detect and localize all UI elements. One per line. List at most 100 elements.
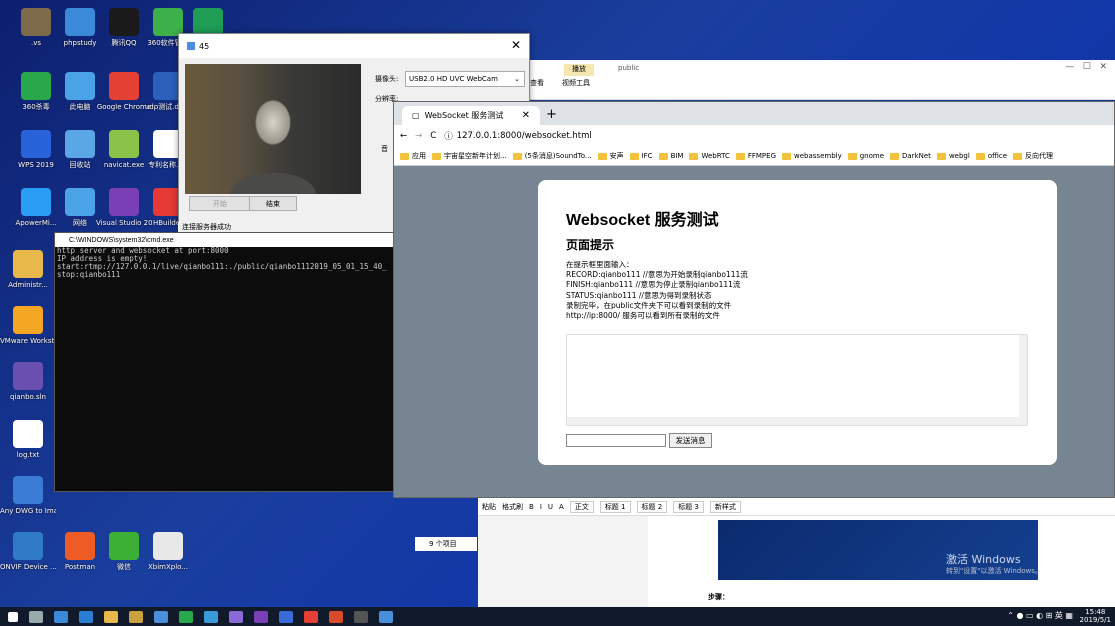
tip-line: http://ip:8000/ 服务可以看到所有录制的文件 (566, 311, 720, 321)
app-icon (109, 532, 139, 560)
clock[interactable]: 15:48 2019/5/1 (1080, 608, 1111, 624)
bookmark-item[interactable]: 反向代理 (1013, 151, 1053, 161)
forward-icon[interactable]: → (415, 131, 422, 141)
ribbon-tab-view[interactable]: 查看 (530, 78, 544, 88)
bookmark-item[interactable]: IFC (629, 152, 653, 160)
cmd-icon[interactable] (354, 610, 368, 623)
browser-window[interactable]: ▢ WebSocket 服务测试 ✕ + ← → C ⓘ 127.0.0.1:8… (393, 101, 1115, 498)
edge-icon[interactable] (79, 610, 93, 623)
file-explorer-window[interactable]: 播放 视频工具 查看 public — ☐ ✕ (528, 60, 1115, 100)
url-text[interactable]: 127.0.0.1:8000/websocket.html (457, 131, 592, 141)
desktop-icon[interactable]: Administr... (0, 250, 56, 290)
desktop-icon[interactable]: Any DWG to Image Co... (0, 476, 56, 516)
word-toolbar-item[interactable]: 标题 2 (636, 500, 668, 513)
bookmark-item[interactable]: DarkNet (890, 152, 931, 160)
word-toolbar-item[interactable]: I (540, 503, 542, 511)
tip-line: 录制完毕，在public文件夹下可以看到录制的文件 (566, 300, 732, 310)
camera-window-titlebar[interactable]: 45 ✕ (179, 34, 529, 58)
chrome-icon[interactable] (304, 610, 318, 623)
folder-icon (975, 152, 985, 160)
close-icon[interactable]: ✕ (522, 110, 530, 121)
tab-websocket[interactable]: ▢ WebSocket 服务测试 ✕ (402, 106, 540, 125)
step-label: 步骤： (708, 593, 729, 601)
bookmark-item[interactable]: BIM (658, 152, 683, 160)
bookmark-item[interactable]: FFMPEG (735, 152, 776, 160)
output-textarea[interactable] (566, 334, 1028, 426)
bookmark-item[interactable]: 宇宙星空新年计划... (432, 151, 507, 161)
bookmark-item[interactable]: office (975, 152, 1007, 160)
bookmark-item[interactable]: (5条消息)SoundTo... (512, 151, 592, 161)
app-icon[interactable] (329, 610, 343, 623)
folder-icon (629, 152, 639, 160)
taskbar: ⌃ ● ▭ ◐ ⊞ 英 ▦ 15:48 2019/5/1 (0, 607, 1115, 626)
send-button[interactable]: 发送消息 (669, 433, 712, 448)
end-button[interactable]: 结束 (249, 196, 297, 211)
tip-line: 在提示框里面输入： (566, 260, 634, 269)
word-toolbar-item[interactable]: 标题 1 (599, 500, 631, 513)
visual-studio-icon[interactable] (254, 610, 268, 623)
scrollbar[interactable] (567, 417, 1027, 425)
desktop-icon[interactable]: log.txt (0, 420, 56, 460)
bookmark-item[interactable]: gnome (847, 152, 884, 160)
page-card: Websocket 服务测试 页面提示 在提示框里面输入： RECORD:qia… (538, 180, 1057, 465)
bookmark-item[interactable]: webassembly (782, 152, 842, 160)
word-toolbar-item[interactable]: B (529, 503, 534, 511)
scrollbar[interactable] (1019, 335, 1027, 425)
app-icon[interactable] (379, 610, 393, 623)
word-toolbar: 粘贴 格式刷 B I U A 正文 标题 1 标题 2 标题 3 新样式 (478, 498, 1115, 516)
store-icon[interactable] (54, 610, 68, 623)
ribbon-video-tools[interactable]: 视频工具 (562, 78, 590, 88)
start-button[interactable]: 开始 (189, 196, 251, 211)
close-icon[interactable]: ✕ (511, 38, 521, 52)
app-icon (65, 8, 95, 36)
ribbon-tab-play[interactable]: 播放 (564, 64, 594, 76)
folder-icon[interactable] (104, 610, 118, 623)
folder-icon (936, 152, 946, 160)
reload-icon[interactable]: C (430, 131, 436, 141)
desktop-icon[interactable]: VMware Workstati... (0, 306, 56, 346)
app-icon (21, 8, 51, 36)
camera-select[interactable]: USB2.0 HD UVC WebCam ⌄ (405, 71, 525, 87)
tips-block: 在提示框里面输入： RECORD:qianbo111 //意思为开始录制qian… (566, 260, 748, 321)
cmd-title: C:\WINDOWS\system32\cmd.exe (69, 236, 174, 244)
items-count: 9 个项目 (415, 537, 477, 551)
address-bar[interactable]: ← → C ⓘ 127.0.0.1:8000/websocket.html (394, 125, 1114, 147)
word-toolbar-item[interactable]: 新样式 (709, 500, 741, 513)
app-icon (109, 8, 139, 36)
app-icon (65, 72, 95, 100)
app-icon[interactable] (279, 610, 293, 623)
word-toolbar-item[interactable]: A (559, 503, 564, 511)
tip-line: FINISH:qianbo111 //意思为停止录制qianbo111流 (566, 280, 741, 290)
desktop-icon[interactable]: qianbo.sln (0, 362, 56, 402)
word-page[interactable]: 步骤： (648, 516, 1115, 607)
bookmark-item[interactable]: 应用 (400, 151, 426, 161)
word-toolbar-item[interactable]: 格式刷 (502, 502, 523, 512)
desktop-icon-label: qianbo.sln (10, 393, 46, 401)
word-toolbar-item[interactable]: 正文 (569, 500, 594, 513)
chevron-down-icon: ⌄ (514, 75, 520, 83)
store-bag-icon[interactable] (129, 610, 143, 623)
back-icon[interactable]: ← (400, 131, 407, 141)
app-icon (153, 8, 183, 36)
app-icon[interactable] (179, 610, 193, 623)
bookmark-item[interactable]: 安声 (597, 151, 624, 161)
app-icon (21, 72, 51, 100)
word-toolbar-item[interactable]: 粘贴 (482, 502, 496, 512)
window-controls[interactable]: — ☐ ✕ (1065, 62, 1107, 72)
desktop-icon[interactable]: ONVIF Device ... (0, 532, 56, 572)
folder-icon (597, 152, 607, 160)
qq-icon[interactable] (154, 610, 168, 623)
word-toolbar-item[interactable]: U (548, 503, 553, 511)
new-tab-icon[interactable]: + (546, 107, 557, 122)
windows-start-icon[interactable] (8, 611, 18, 622)
word-toolbar-item[interactable]: 标题 3 (673, 500, 704, 513)
desktop-icon[interactable]: XbimXplo... (140, 532, 196, 572)
bookmark-item[interactable]: webgl (936, 152, 970, 160)
app-icon (65, 532, 95, 560)
message-input[interactable] (566, 434, 666, 447)
app-icon[interactable] (229, 610, 243, 623)
task-view-icon[interactable] (29, 610, 43, 623)
app-icon[interactable] (204, 610, 218, 623)
bookmark-item[interactable]: WebRTC (689, 152, 730, 160)
system-tray[interactable]: ⌃ ● ▭ ◐ ⊞ 英 ▦ (1007, 610, 1073, 621)
